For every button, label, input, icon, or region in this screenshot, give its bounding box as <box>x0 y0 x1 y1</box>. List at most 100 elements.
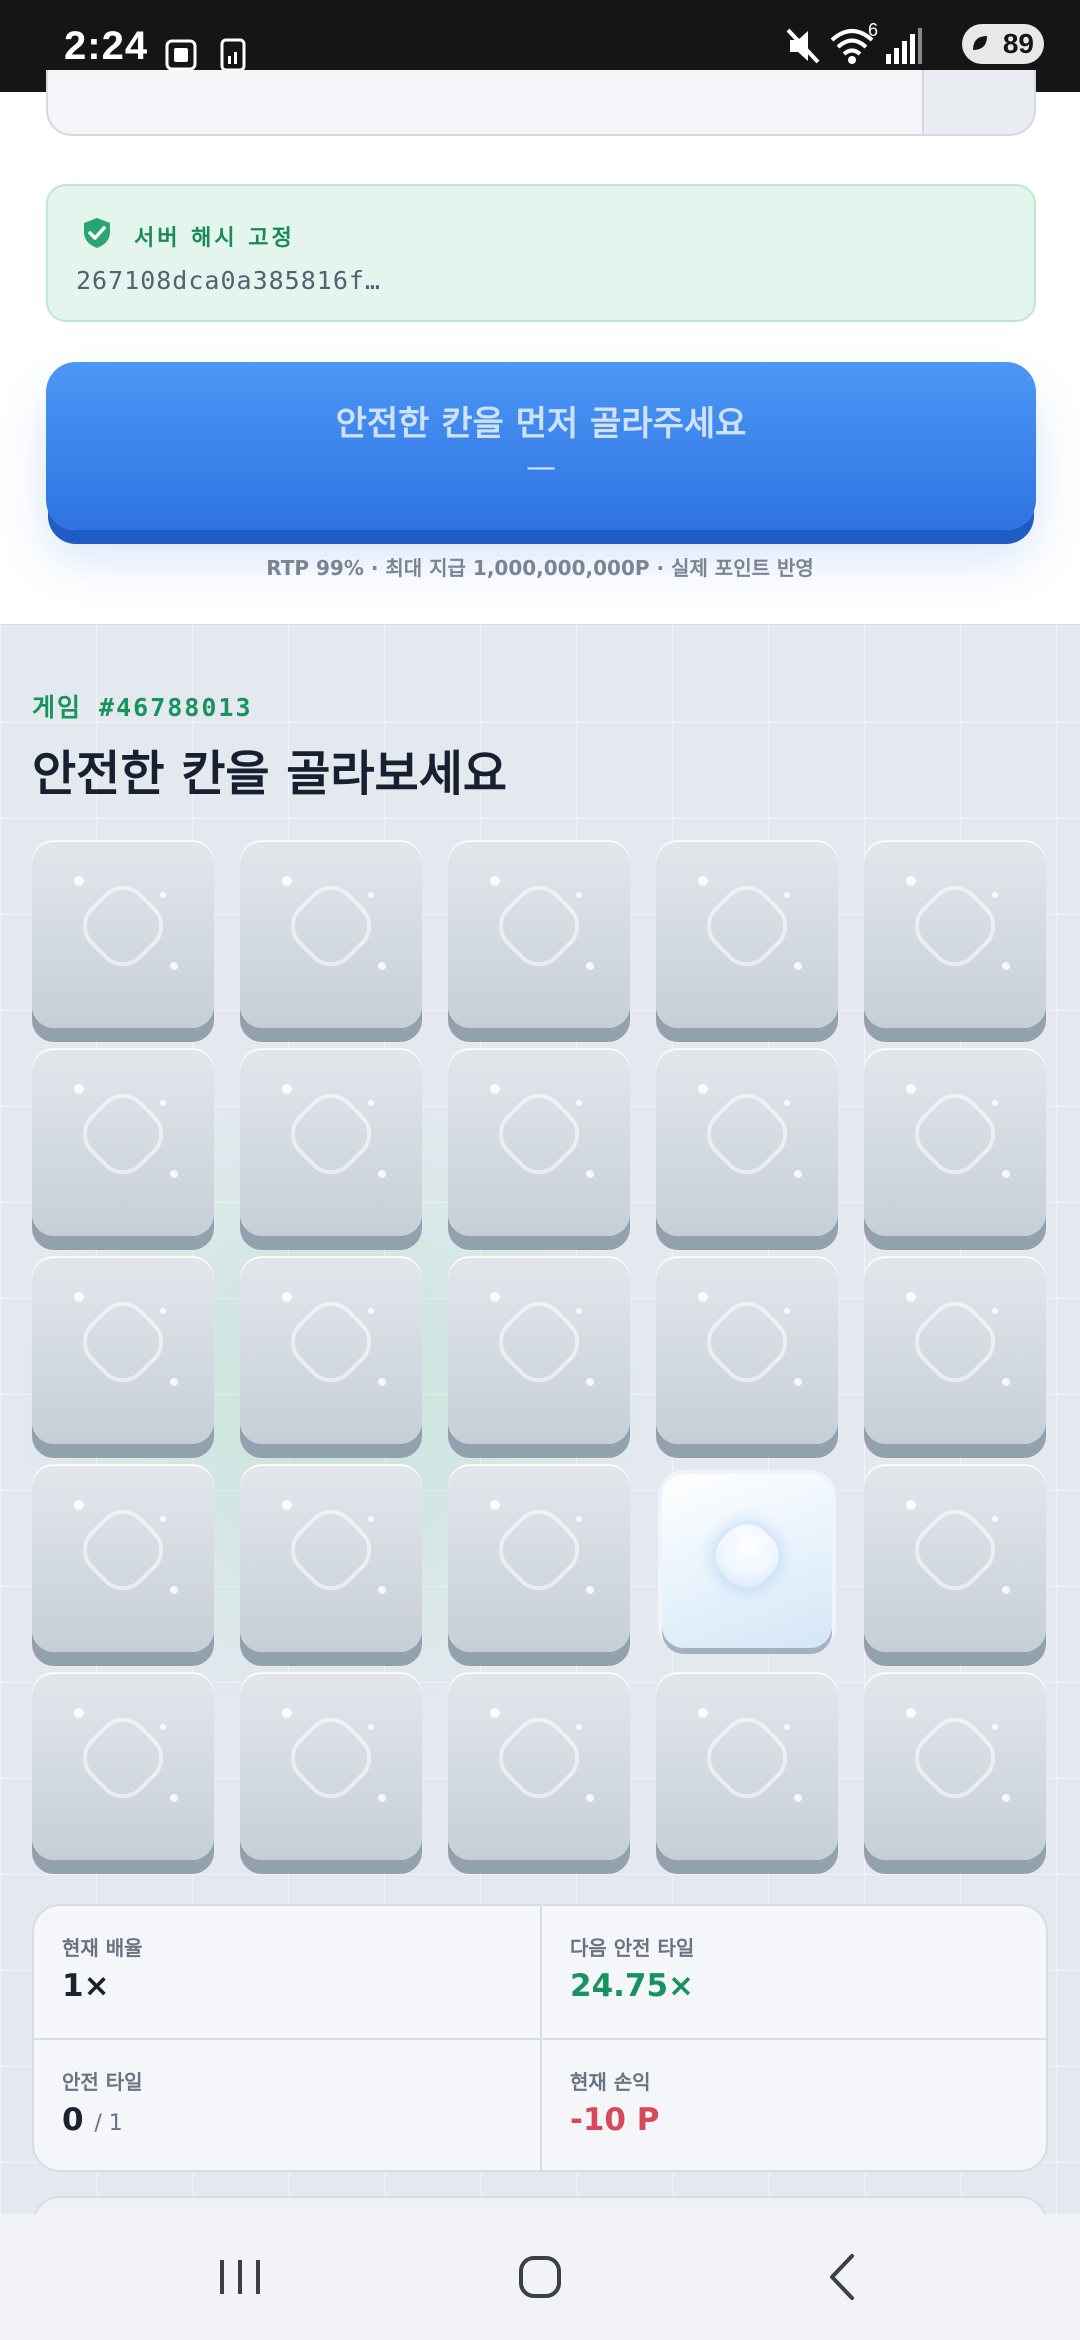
sparkle-icon <box>74 876 84 886</box>
tile[interactable] <box>656 840 838 1028</box>
bet-button[interactable]: 안전한 칸을 먼저 골라주세요 — <box>46 362 1036 530</box>
sparkle-icon <box>160 1516 166 1522</box>
recents-icon[interactable] <box>200 2242 280 2312</box>
sparkle-icon <box>992 892 998 898</box>
sparkle-icon <box>586 1378 594 1386</box>
gem-icon <box>488 875 590 977</box>
gem-icon <box>280 1083 382 1185</box>
tile[interactable] <box>656 1048 838 1236</box>
gem-icon <box>696 875 798 977</box>
sparkle-icon <box>368 1516 374 1522</box>
gem-icon <box>72 875 174 977</box>
gem-icon <box>696 1291 798 1393</box>
tile[interactable] <box>864 1256 1046 1444</box>
tile[interactable] <box>864 840 1046 1028</box>
sparkle-icon <box>378 1794 386 1802</box>
tile[interactable] <box>864 1048 1046 1236</box>
sparkle-icon <box>906 1500 916 1510</box>
navigation-bar <box>0 2214 1080 2340</box>
home-icon[interactable] <box>500 2242 580 2312</box>
tile[interactable] <box>240 1256 422 1444</box>
sparkle-icon <box>906 1708 916 1718</box>
tile[interactable] <box>240 1464 422 1652</box>
sparkle-icon <box>160 892 166 898</box>
tile-selected[interactable] <box>662 1474 832 1648</box>
gem-icon <box>488 1499 590 1601</box>
sparkle-icon <box>282 1708 292 1718</box>
safe-tiles-count: 0 <box>62 2102 84 2138</box>
sparkle-icon <box>170 1170 178 1178</box>
gem-icon <box>280 1707 382 1809</box>
sparkle-icon <box>906 876 916 886</box>
sparkle-icon <box>378 1170 386 1178</box>
sparkle-icon <box>368 1724 374 1730</box>
bet-input-button[interactable] <box>922 70 1034 134</box>
rtp-note: RTP 99% · 최대 지급 1,000,000,000P · 실제 포인트 … <box>266 556 814 580</box>
sparkle-icon <box>378 1586 386 1594</box>
gem-icon <box>280 875 382 977</box>
stat-label: 현재 배율 <box>62 1936 143 1960</box>
sparkle-icon <box>1002 1794 1010 1802</box>
tile[interactable] <box>240 1672 422 1860</box>
gem-icon <box>904 1499 1006 1601</box>
sparkle-icon <box>586 1586 594 1594</box>
tile[interactable] <box>448 1256 630 1444</box>
tile[interactable] <box>32 1464 214 1652</box>
sim-icon <box>220 38 246 72</box>
sparkle-icon <box>576 1724 582 1730</box>
sparkle-icon <box>282 1292 292 1302</box>
sparkle-icon <box>586 1794 594 1802</box>
stat-value: 0 / 1 <box>62 2102 123 2138</box>
sparkle-icon <box>698 1292 708 1302</box>
sparkle-icon <box>698 876 708 886</box>
sparkle-icon <box>794 1170 802 1178</box>
stat-current-multiplier: 현재 배율 1× <box>34 1906 514 2036</box>
tile[interactable] <box>448 1672 630 1860</box>
sparkle-icon <box>74 1708 84 1718</box>
stat-profit: 현재 손익 -10 P <box>542 2040 1022 2170</box>
sparkle-icon <box>378 962 386 970</box>
tile[interactable] <box>448 840 630 1028</box>
sparkle-icon <box>784 1100 790 1106</box>
tile[interactable] <box>448 1464 630 1652</box>
gem-icon <box>704 1513 790 1599</box>
sparkle-icon <box>992 1308 998 1314</box>
screenshot-icon <box>165 39 197 71</box>
tile[interactable] <box>448 1048 630 1236</box>
sparkle-icon <box>378 1378 386 1386</box>
status-time: 2:24 <box>64 24 149 68</box>
gem-icon <box>696 1707 798 1809</box>
signal-icon <box>886 28 922 64</box>
sparkle-icon <box>490 1084 500 1094</box>
sparkle-icon <box>992 1516 998 1522</box>
bet-button-sub: — <box>526 450 556 485</box>
sparkle-icon <box>794 1794 802 1802</box>
sparkle-icon <box>368 1308 374 1314</box>
gem-icon <box>904 875 1006 977</box>
tile[interactable] <box>656 1256 838 1444</box>
tile[interactable] <box>32 1048 214 1236</box>
sparkle-icon <box>160 1724 166 1730</box>
tile[interactable] <box>240 840 422 1028</box>
sparkle-icon <box>906 1292 916 1302</box>
gem-icon <box>488 1707 590 1809</box>
tile[interactable] <box>656 1672 838 1860</box>
tile[interactable] <box>32 1256 214 1444</box>
tile[interactable] <box>864 1464 1046 1652</box>
gem-icon <box>72 1707 174 1809</box>
sparkle-icon <box>170 1586 178 1594</box>
stat-label: 다음 안전 타일 <box>570 1936 695 1960</box>
back-icon[interactable] <box>802 2242 882 2312</box>
sparkle-icon <box>368 892 374 898</box>
tile[interactable] <box>864 1672 1046 1860</box>
sparkle-icon <box>794 1378 802 1386</box>
tile[interactable] <box>240 1048 422 1236</box>
sparkle-icon <box>794 962 802 970</box>
tile[interactable] <box>32 1672 214 1860</box>
sparkle-icon <box>576 1516 582 1522</box>
sparkle-icon <box>490 1708 500 1718</box>
tile[interactable] <box>32 840 214 1028</box>
sparkle-icon <box>368 1100 374 1106</box>
bet-input-card[interactable] <box>46 70 1036 136</box>
sparkle-icon <box>160 1308 166 1314</box>
